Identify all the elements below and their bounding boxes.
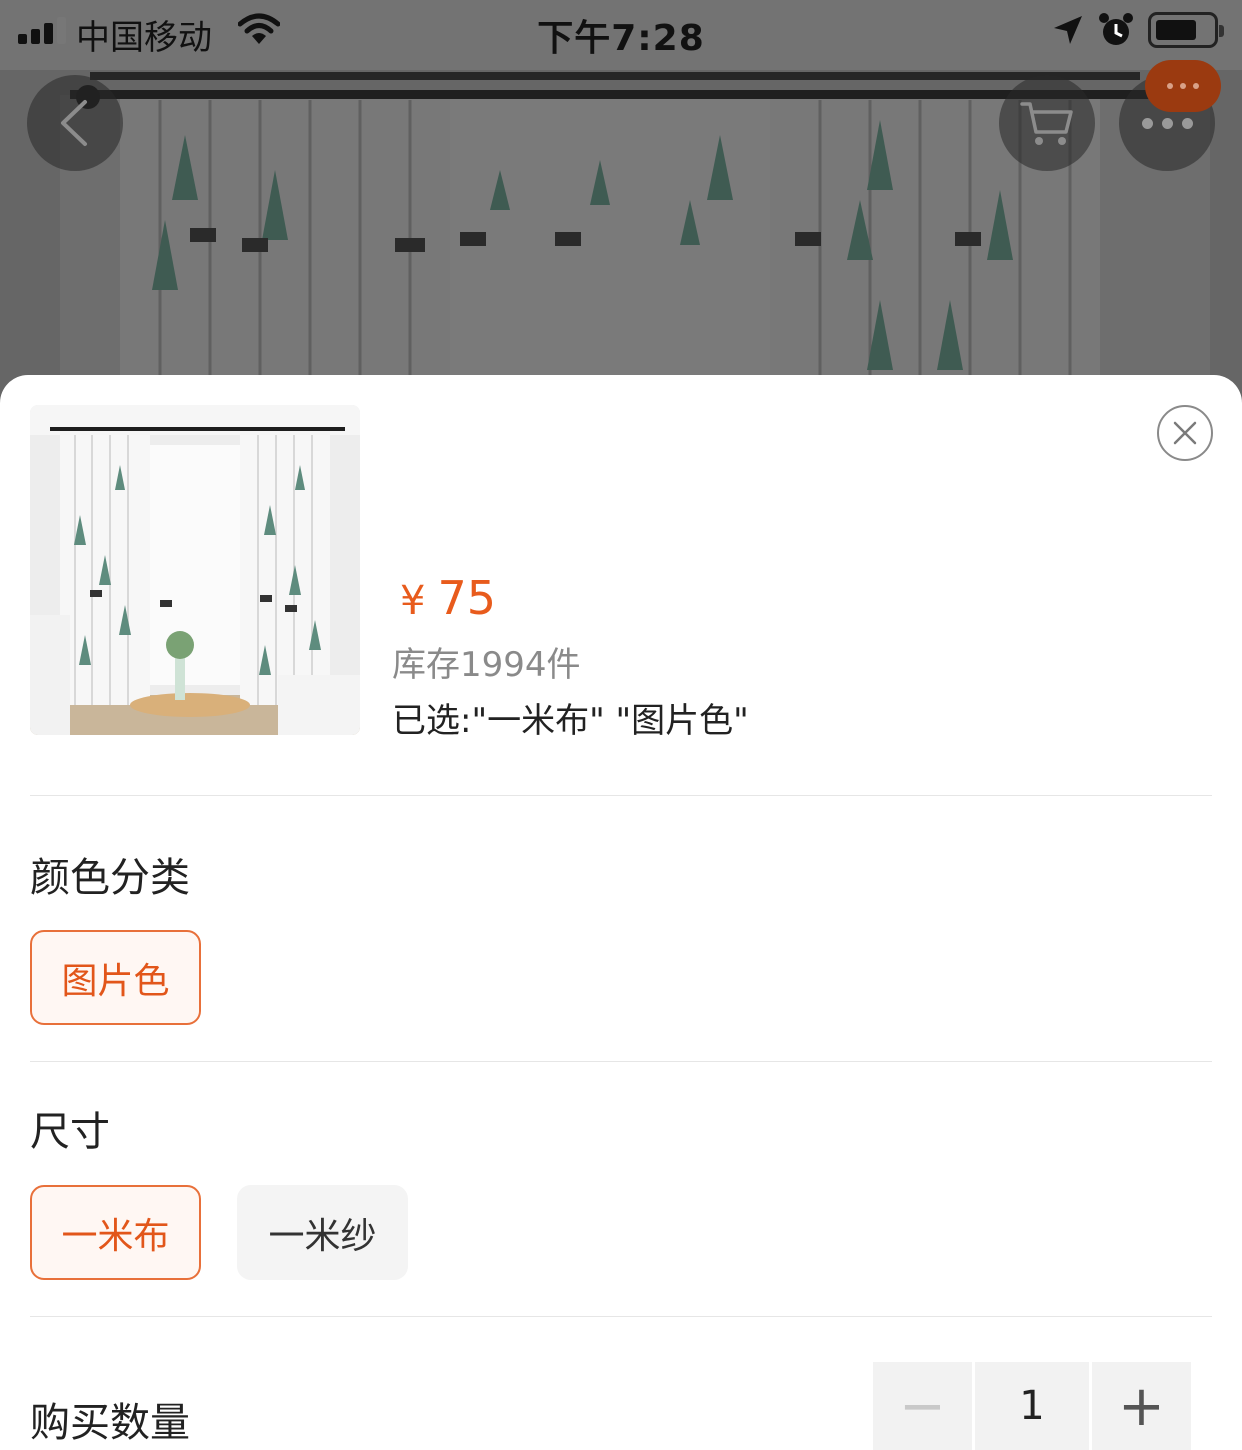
quantity-stepper: − 1 + (873, 1362, 1191, 1450)
sku-selection-sheet: ¥75 库存1994件 已选:"一米布" "图片色" 颜色分类 图片色 尺寸 一… (0, 375, 1242, 1450)
close-button[interactable] (1157, 405, 1213, 461)
size-option-one-meter-cloth[interactable]: 一米布 (30, 1185, 201, 1280)
cart-button[interactable] (999, 75, 1095, 171)
more-dots-icon (1141, 117, 1193, 129)
divider (30, 1316, 1212, 1317)
alarm-clock-icon (1098, 12, 1134, 52)
location-arrow-icon (1052, 14, 1084, 50)
product-thumbnail (30, 405, 360, 735)
price-value: 75 (437, 571, 496, 625)
chevron-left-icon (61, 100, 87, 146)
decrease-quantity-button[interactable]: − (873, 1362, 972, 1450)
size-option-one-meter-gauze[interactable]: 一米纱 (237, 1185, 408, 1280)
back-button[interactable] (27, 75, 123, 171)
battery-icon (1148, 12, 1224, 48)
size-section-title: 尺寸 (30, 1109, 110, 1155)
increase-quantity-button[interactable]: + (1092, 1362, 1191, 1450)
stock-count: 库存1994件 (392, 645, 581, 685)
option-label: 图片色 (61, 960, 170, 1002)
divider (30, 795, 1212, 796)
option-label: 一米纱 (268, 1215, 377, 1257)
quantity-value[interactable]: 1 (975, 1362, 1089, 1450)
quantity-section-title: 购买数量 (30, 1400, 190, 1446)
message-dots-icon (1167, 83, 1199, 89)
color-section-title: 颜色分类 (30, 855, 190, 901)
cart-icon (1020, 102, 1073, 145)
currency-symbol: ¥ (400, 578, 426, 624)
selected-summary: 已选:"一米布" "图片色" (392, 701, 749, 741)
color-option-picture-color[interactable]: 图片色 (30, 930, 201, 1025)
message-badge[interactable] (1145, 60, 1221, 112)
option-label: 一米布 (61, 1215, 170, 1257)
divider (30, 1061, 1212, 1062)
status-bar: 中国移动 下午7:28 (0, 0, 1242, 64)
close-icon (1173, 421, 1197, 445)
product-price: ¥75 (400, 571, 496, 625)
